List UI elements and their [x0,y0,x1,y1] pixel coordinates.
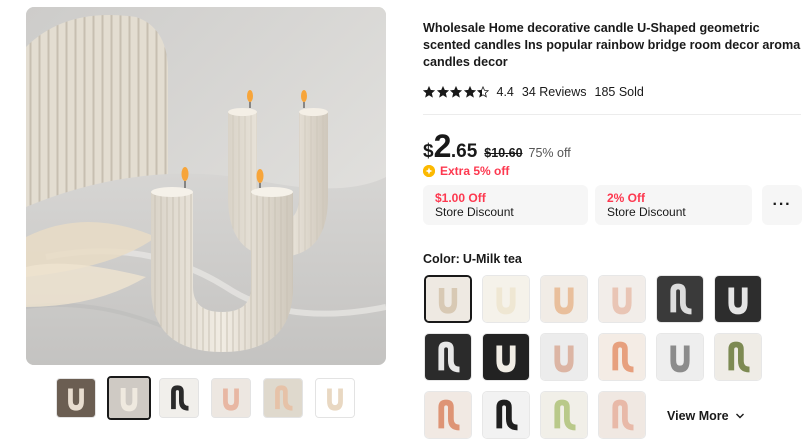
rating-value: 4.4 [496,85,514,99]
price-currency: $ [423,141,434,162]
coupon-store-discount-1[interactable]: $1.00 Off Store Discount [423,185,588,225]
price-integer: 2 [433,128,452,164]
sold-count: 185 Sold [594,85,644,99]
color-swatch-3[interactable] [540,275,588,323]
thumbnail-3[interactable] [159,378,199,418]
selected-color: U-Milk tea [462,252,522,266]
coupon-label: Store Discount [607,205,686,219]
thumbnail-1[interactable] [56,378,96,418]
color-swatch-5[interactable] [656,275,704,323]
color-swatch-7[interactable] [424,333,472,381]
thumbnail-4[interactable] [211,378,251,418]
star-icon [436,86,449,98]
color-label: Color: U-Milk tea [423,252,522,266]
rating-row: 4.4 34 Reviews 185 Sold [423,84,644,100]
coupon-amount: 2% Off [607,191,646,205]
price-row: $ 2 .65 $10.60 75% off [423,128,571,164]
thumbnail-2[interactable] [107,376,151,420]
star-icon [477,86,489,98]
color-swatch-16[interactable] [598,391,646,439]
star-icon [463,86,476,98]
color-swatch-10[interactable] [598,333,646,381]
color-swatch-1[interactable] [424,275,472,323]
coin-icon [423,165,435,177]
extra-discount: Extra 5% off [423,164,509,178]
main-product-image[interactable] [26,7,386,365]
star-icon [423,86,435,98]
coupon-amount: $1.00 Off [435,191,486,205]
discount-percent: 75% off [528,146,571,160]
reviews-link[interactable]: 34 Reviews [522,85,587,99]
product-title: Wholesale Home decorative candle U-Shape… [423,21,801,69]
color-swatch-6[interactable] [714,275,762,323]
color-swatch-14[interactable] [482,391,530,439]
thumbnail-5[interactable] [263,378,303,418]
color-swatch-9[interactable] [540,333,588,381]
rating-stars[interactable] [423,86,491,98]
more-coupons-button[interactable]: ··· [762,185,802,225]
chevron-down-icon [735,413,744,419]
coupon-store-discount-2[interactable]: 2% Off Store Discount [595,185,752,225]
divider [423,114,801,115]
view-more-label: View More [667,409,729,423]
extra-discount-label: Extra 5% off [440,164,510,178]
color-swatch-4[interactable] [598,275,646,323]
original-price: $10.60 [484,146,523,160]
candle-photo [26,7,386,365]
coupon-label: Store Discount [435,205,514,219]
color-swatch-13[interactable] [424,391,472,439]
view-more-button[interactable]: View More [667,409,745,423]
color-swatch-11[interactable] [656,333,704,381]
color-label-prefix: Color: [423,252,460,266]
price-decimal: .65 [450,141,478,162]
color-swatch-12[interactable] [714,333,762,381]
color-swatch-15[interactable] [540,391,588,439]
thumbnail-6[interactable] [315,378,355,418]
color-swatch-8[interactable] [482,333,530,381]
color-swatch-2[interactable] [482,275,530,323]
star-icon [450,86,462,98]
